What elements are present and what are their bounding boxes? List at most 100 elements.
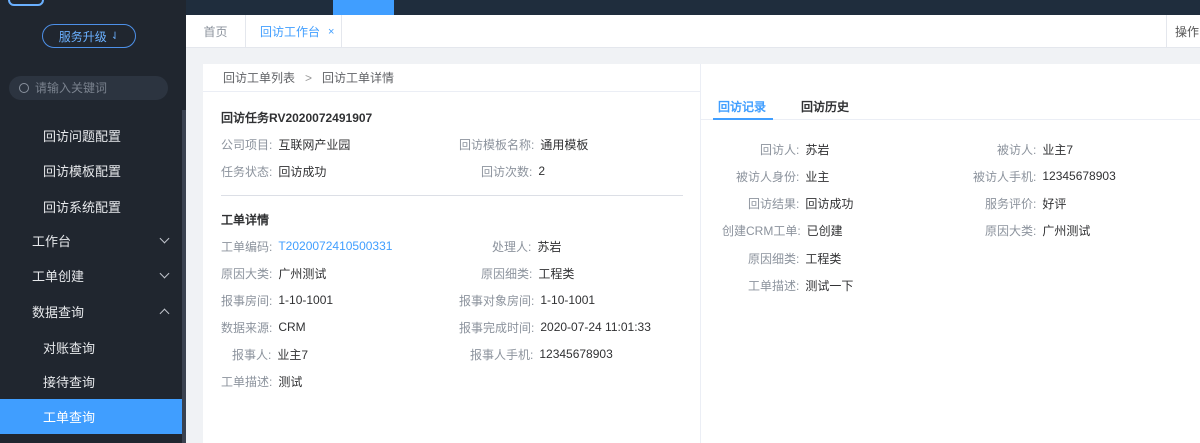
ticket-reporter-phone-field: 报事人手机: 12345678903 bbox=[470, 346, 613, 362]
tab-visit-workbench[interactable]: 回访工作台 × bbox=[246, 15, 342, 48]
sidebar-item-template-config[interactable]: 回访模板配置 bbox=[0, 153, 182, 188]
ticket-handler-field: 处理人: 苏岩 bbox=[492, 238, 561, 254]
field-label: 回访人: bbox=[760, 142, 800, 157]
record-cause-major-field: 原因大类: 广州测试 bbox=[985, 222, 1090, 238]
task-status-field: 任务状态: 回访成功 bbox=[221, 163, 326, 179]
record-visitee-phone-field: 被访人手机: 12345678903 bbox=[973, 168, 1116, 184]
ticket-cause-minor-field: 原因细类: 工程类 bbox=[481, 265, 574, 281]
sidebar-item-ticket-query[interactable]: 工单查询 bbox=[0, 399, 182, 434]
tab-visit-history[interactable]: 回访历史 bbox=[801, 98, 849, 115]
sidebar-scrollbar[interactable] bbox=[182, 110, 186, 443]
field-value: 回访成功 bbox=[805, 196, 854, 211]
field-value: 好评 bbox=[1042, 196, 1067, 211]
field-value: 工程类 bbox=[538, 266, 575, 281]
field-label: 回访模板名称: bbox=[459, 137, 535, 152]
tab-active-label: 回访工作台 bbox=[260, 25, 321, 39]
chevron-down-icon bbox=[159, 268, 170, 279]
field-label: 回访结果: bbox=[748, 196, 800, 211]
field-label: 服务评价: bbox=[985, 196, 1037, 211]
field-value: 12345678903 bbox=[1042, 169, 1116, 183]
field-value: 通用模板 bbox=[540, 137, 589, 152]
field-label: 被访人身份: bbox=[736, 169, 800, 184]
field-label: 报事对象房间: bbox=[459, 293, 535, 308]
ticket-reporter-field: 报事人: 业主7 bbox=[232, 346, 308, 362]
ticket-detail-panel: 回访工单列表 > 回访工单详情 回访任务RV2020072491907 公司项目… bbox=[203, 64, 701, 443]
task-title: 回访任务RV2020072491907 bbox=[221, 111, 373, 125]
field-value: 1-10-1001 bbox=[278, 293, 334, 307]
record-tabs: 回访记录 回访历史 bbox=[701, 64, 1200, 120]
sidebar-item-label: 回访问题配置 bbox=[43, 129, 122, 144]
field-label: 报事人手机: bbox=[470, 347, 534, 362]
sidebar-item-label: 回访模板配置 bbox=[43, 164, 122, 179]
tab-home[interactable]: 首页 bbox=[186, 15, 246, 48]
record-result-field: 回访结果: 回访成功 bbox=[748, 195, 853, 211]
sidebar: 服务升级 ⇃ 回访问题配置 回访模板配置 回访系统配置 工作台 工单创建 数据查… bbox=[0, 0, 186, 443]
sidebar-item-system-config[interactable]: 回访系统配置 bbox=[0, 189, 182, 224]
sidebar-item-reception-query[interactable]: 接待查询 bbox=[0, 364, 182, 399]
field-value: 1-10-1001 bbox=[540, 293, 596, 307]
ticket-source-field: 数据来源: CRM bbox=[221, 319, 306, 335]
ticket-section-title: 工单详情 bbox=[221, 213, 270, 227]
tab-home-label: 首页 bbox=[203, 25, 228, 39]
close-icon[interactable]: × bbox=[328, 26, 334, 38]
field-label: 原因细类: bbox=[481, 266, 533, 281]
field-value: 2 bbox=[538, 164, 546, 178]
sidebar-search-input[interactable] bbox=[35, 81, 155, 95]
breadcrumb-parent-link[interactable]: 回访工单列表 bbox=[223, 69, 295, 86]
sidebar-item-label: 回访系统配置 bbox=[43, 200, 122, 215]
record-visitee-field: 被访人: 业主7 bbox=[997, 141, 1073, 157]
field-value: 已创建 bbox=[806, 223, 843, 238]
service-upgrade-button[interactable]: 服务升级 ⇃ bbox=[42, 24, 136, 48]
record-visitor-field: 回访人: 苏岩 bbox=[760, 141, 829, 157]
breadcrumb: 回访工单列表 > 回访工单详情 bbox=[203, 64, 701, 92]
page-tabs: 首页 回访工作台 × 操作 bbox=[186, 15, 1200, 48]
upgrade-icon: ⇃ bbox=[110, 30, 120, 42]
field-value: 工程类 bbox=[805, 251, 842, 266]
sidebar-search[interactable] bbox=[9, 76, 168, 100]
sidebar-item-reconcile-query[interactable]: 对账查询 bbox=[0, 330, 182, 365]
record-desc-field: 工单描述: 测试一下 bbox=[748, 277, 853, 293]
field-label: 公司项目: bbox=[221, 137, 273, 152]
field-label: 创建CRM工单: bbox=[722, 223, 801, 238]
sidebar-item-data-query[interactable]: 数据查询 bbox=[0, 294, 182, 329]
field-label: 处理人: bbox=[492, 239, 532, 254]
chevron-up-icon bbox=[159, 308, 170, 319]
active-tab-indicator bbox=[713, 118, 773, 120]
breadcrumb-current: 回访工单详情 bbox=[322, 71, 395, 85]
app-root: 服务升级 ⇃ 回访问题配置 回访模板配置 回访系统配置 工作台 工单创建 数据查… bbox=[0, 0, 1200, 443]
header-active-indicator bbox=[333, 0, 394, 15]
field-value: 业主 bbox=[805, 169, 830, 184]
sidebar-item-label: 数据查询 bbox=[32, 305, 85, 320]
sidebar-item-question-config[interactable]: 回访问题配置 bbox=[0, 118, 182, 153]
sidebar-item-workbench[interactable]: 工作台 bbox=[0, 223, 182, 258]
sidebar-item-ticket-create[interactable]: 工单创建 bbox=[0, 258, 182, 293]
chevron-down-icon bbox=[159, 233, 170, 244]
field-label: 工单描述: bbox=[221, 374, 273, 389]
field-value: CRM bbox=[278, 320, 306, 334]
breadcrumb-separator: > bbox=[305, 70, 313, 85]
field-label: 工单描述: bbox=[748, 278, 800, 293]
ticket-desc-field: 工单描述: 测试 bbox=[221, 373, 302, 389]
field-label: 任务状态: bbox=[221, 164, 273, 179]
tab-visit-record[interactable]: 回访记录 bbox=[718, 98, 766, 115]
task-count-field: 回访次数: 2 bbox=[481, 163, 545, 179]
ticket-done-time-field: 报事完成时间: 2020-07-24 11:01:33 bbox=[459, 319, 651, 335]
field-value: 测试 bbox=[278, 374, 303, 389]
sidebar-item-label: 工单查询 bbox=[43, 410, 96, 425]
ticket-code-link[interactable]: T2020072410500331 bbox=[278, 239, 392, 253]
field-label: 报事完成时间: bbox=[459, 320, 535, 335]
sidebar-item-label: 对账查询 bbox=[43, 341, 96, 356]
ticket-cause-major-field: 原因大类: 广州测试 bbox=[221, 265, 326, 281]
sidebar-item-label: 工作台 bbox=[32, 234, 72, 249]
search-icon bbox=[19, 83, 29, 93]
task-template-field: 回访模板名称: 通用模板 bbox=[459, 136, 588, 152]
field-value: 测试一下 bbox=[805, 278, 854, 293]
operations-button[interactable]: 操作 bbox=[1166, 15, 1200, 48]
ticket-code-field: 工单编码: T2020072410500331 bbox=[221, 238, 392, 254]
field-value: 12345678903 bbox=[539, 347, 613, 361]
logo-icon bbox=[8, 0, 44, 6]
field-label: 工单编码: bbox=[221, 239, 273, 254]
task-company-field: 公司项目: 互联网产业园 bbox=[221, 136, 350, 152]
section-divider bbox=[221, 195, 683, 196]
field-label: 被访人手机: bbox=[973, 169, 1037, 184]
